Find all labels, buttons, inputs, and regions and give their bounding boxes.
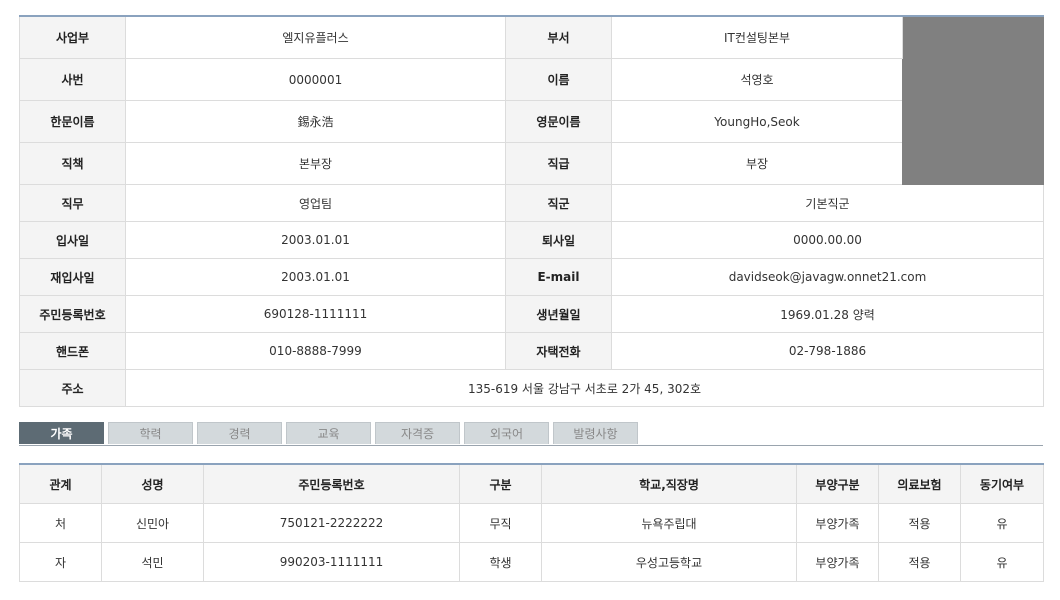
leave-date-label: 퇴사일 xyxy=(505,221,612,259)
cell-name: 신민아 xyxy=(101,503,204,543)
col-dependent-type: 부양구분 xyxy=(796,463,879,504)
cell-cohabit: 유 xyxy=(960,503,1044,543)
col-insurance: 의료보험 xyxy=(878,463,961,504)
hanja-name-label: 한문이름 xyxy=(19,100,126,143)
cell-dependent-type: 부양가족 xyxy=(796,503,879,543)
resident-no-value: 690128-1111111 xyxy=(125,295,506,333)
cell-name: 석민 xyxy=(101,542,204,582)
cell-category: 무직 xyxy=(459,503,542,543)
tab-career[interactable]: 경력 xyxy=(197,422,282,444)
cell-school-workplace: 우성고등학교 xyxy=(541,542,797,582)
emp-no-value: 0000001 xyxy=(125,58,506,101)
cell-relation: 자 xyxy=(19,542,102,582)
family-header-row: 관계 성명 주민등록번호 구분 학교,직장명 부양구분 의료보험 동기여부 xyxy=(19,463,1044,504)
email-label: E-mail xyxy=(505,258,612,296)
cell-category: 학생 xyxy=(459,542,542,582)
tab-languages[interactable]: 외국어 xyxy=(464,422,549,444)
duty-value: 영업팀 xyxy=(125,184,506,222)
position-label: 직책 xyxy=(19,142,126,185)
resident-no-label: 주민등록번호 xyxy=(19,295,126,333)
business-value: 엘지유플러스 xyxy=(125,15,506,59)
detail-tabs: 가족 학력 경력 교육 자격증 외국어 발령사항 xyxy=(19,422,1043,446)
rank-group-value: 기본직군 xyxy=(611,184,1044,222)
department-label: 부서 xyxy=(505,15,612,59)
leave-date-value: 0000.00.00 xyxy=(611,221,1044,259)
cell-relation: 처 xyxy=(19,503,102,543)
home-phone-value: 02-798-1886 xyxy=(611,332,1044,370)
name-value: 석영호 xyxy=(611,58,903,101)
mobile-value: 010-8888-7999 xyxy=(125,332,506,370)
english-name-label: 영문이름 xyxy=(505,100,612,143)
col-name: 성명 xyxy=(101,463,204,504)
family-table: 관계 성명 주민등록번호 구분 학교,직장명 부양구분 의료보험 동기여부 처 … xyxy=(19,463,1044,582)
cell-cohabit: 유 xyxy=(960,542,1044,582)
name-label: 이름 xyxy=(505,58,612,101)
position-value: 본부장 xyxy=(125,142,506,185)
tab-appointments[interactable]: 발령사항 xyxy=(553,422,638,444)
department-value: IT컨설팅본부 xyxy=(611,15,903,59)
birth-date-label: 생년월일 xyxy=(505,295,612,333)
col-relation: 관계 xyxy=(19,463,102,504)
tab-certificates[interactable]: 자격증 xyxy=(375,422,460,444)
duty-label: 직무 xyxy=(19,184,126,222)
table-row: 처 신민아 750121-2222222 무직 뉴욕주립대 부양가족 적용 유 xyxy=(19,503,1044,543)
rank-group-label: 직군 xyxy=(505,184,612,222)
hanja-name-value: 錫永浩 xyxy=(125,100,506,143)
address-label: 주소 xyxy=(19,369,126,407)
tab-training[interactable]: 교육 xyxy=(286,422,371,444)
col-cohabit: 동기여부 xyxy=(960,463,1044,504)
home-phone-label: 자택전화 xyxy=(505,332,612,370)
cell-school-workplace: 뉴욕주립대 xyxy=(541,503,797,543)
rank-value: 부장 xyxy=(611,142,903,185)
join-date-label: 입사일 xyxy=(19,221,126,259)
rejoin-date-label: 재입사일 xyxy=(19,258,126,296)
tab-education[interactable]: 학력 xyxy=(108,422,193,444)
cell-dependent-type: 부양가족 xyxy=(796,542,879,582)
cell-insurance: 적용 xyxy=(878,503,961,543)
table-row: 자 석민 990203-1111111 학생 우성고등학교 부양가족 적용 유 xyxy=(19,542,1044,582)
cell-resident-no: 990203-1111111 xyxy=(203,542,460,582)
english-name-value: YoungHo,Seok xyxy=(611,100,903,143)
birth-date-value: 1969.01.28 양력 xyxy=(611,295,1044,333)
cell-resident-no: 750121-2222222 xyxy=(203,503,460,543)
address-value: 135-619 서울 강남구 서초로 2가 45, 302호 xyxy=(125,369,1044,407)
business-label: 사업부 xyxy=(19,15,126,59)
mobile-label: 핸드폰 xyxy=(19,332,126,370)
rejoin-date-value: 2003.01.01 xyxy=(125,258,506,296)
col-category: 구분 xyxy=(459,463,542,504)
profile-table: 사업부 엘지유플러스 부서 IT컨설팅본부 사번 0000001 이름 석영호 … xyxy=(19,15,1044,407)
cell-insurance: 적용 xyxy=(878,542,961,582)
emp-no-label: 사번 xyxy=(19,58,126,101)
profile-photo xyxy=(902,15,1044,185)
col-resident-no: 주민등록번호 xyxy=(203,463,460,504)
col-school-workplace: 학교,직장명 xyxy=(541,463,797,504)
join-date-value: 2003.01.01 xyxy=(125,221,506,259)
email-value: davidseok@javagw.onnet21.com xyxy=(611,258,1044,296)
tab-family[interactable]: 가족 xyxy=(19,422,104,444)
employee-detail: 사업부 엘지유플러스 부서 IT컨설팅본부 사번 0000001 이름 석영호 … xyxy=(19,15,1044,582)
rank-label: 직급 xyxy=(505,142,612,185)
